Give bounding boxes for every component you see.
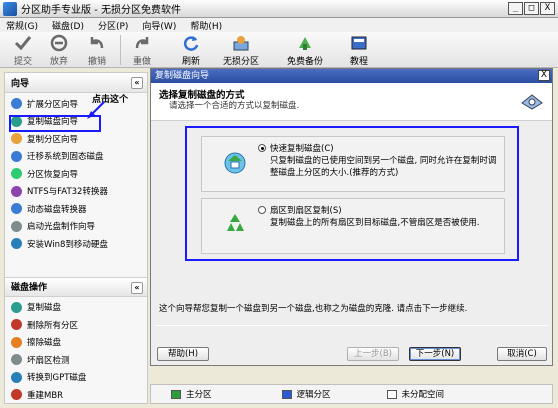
extend-partition-icon bbox=[11, 98, 22, 110]
check-icon bbox=[14, 36, 32, 51]
toolbar-separator bbox=[120, 35, 121, 65]
menu-bar: 常规(G) 磁盘(D) 分区(P) 向导(W) 帮助(H) bbox=[0, 18, 558, 32]
copy-method-frame: 快速复制磁盘(C) 只复制磁盘的已使用空间到另一个磁盘, 同时允许在复制时调整磁… bbox=[185, 126, 519, 261]
toolbar: 提交 放弃 撤销 重做 刷新 无损分区 免费备份 教程 bbox=[0, 32, 558, 68]
delete-icon bbox=[11, 319, 22, 331]
maximize-button[interactable]: □ bbox=[524, 2, 539, 15]
quick-copy-icon bbox=[224, 152, 246, 174]
option-quick-copy[interactable]: 快速复制磁盘(C) 只复制磁盘的已使用空间到另一个磁盘, 同时允许在复制时调整磁… bbox=[201, 136, 505, 192]
back-button[interactable]: 上一步(B) bbox=[347, 347, 399, 361]
sidebar-item-partition-recovery[interactable]: 分区恢复向导 bbox=[11, 165, 147, 183]
sidebar-item-copy-disk[interactable]: 复制磁盘 bbox=[11, 299, 147, 317]
dialog-title: 复制磁盘向导 bbox=[155, 71, 210, 81]
sidebar-item-ntfs-fat32-converter[interactable]: NTFS与FAT32转换器 bbox=[11, 183, 147, 201]
quick-copy-desc: 只复制磁盘的已使用空间到另一个磁盘, 同时允许在复制时调整磁盘上分区的大小.(推… bbox=[270, 156, 497, 178]
title-bar: 分区助手专业版 - 无损分区免费软件 _ □ X bbox=[0, 0, 558, 18]
menu-partition[interactable]: 分区(P) bbox=[98, 19, 128, 32]
window-controls: _ □ X bbox=[508, 2, 555, 15]
gpt-icon bbox=[11, 371, 22, 383]
dialog-close-button[interactable]: X bbox=[538, 70, 550, 81]
lossless-partition-button[interactable]: 无损分区 bbox=[213, 32, 269, 67]
partition-legend: 主分区 逻辑分区 未分配空间 bbox=[150, 384, 553, 404]
eraser-icon bbox=[11, 336, 22, 348]
option-sector-copy[interactable]: 扇区到扇区复制(S) 复制磁盘上的所有扇区到目标磁盘,不管扇区是否被使用. bbox=[201, 198, 505, 254]
disk-ops-section-header: 磁盘操作 « bbox=[5, 276, 147, 297]
minimize-button[interactable]: _ bbox=[508, 2, 523, 15]
disk-copy-header-icon bbox=[521, 94, 543, 110]
sector-copy-desc: 复制磁盘上的所有扇区到目标磁盘,不管扇区是否被使用. bbox=[270, 218, 480, 228]
bad-sector-icon bbox=[11, 354, 22, 366]
refresh-icon bbox=[183, 36, 199, 51]
menu-wizard[interactable]: 向导(W) bbox=[142, 19, 176, 32]
window-title: 分区助手专业版 - 无损分区免费软件 bbox=[21, 5, 181, 16]
help-button[interactable]: 帮助(H) bbox=[157, 347, 209, 361]
copy-disk-wizard-dialog: 复制磁盘向导 X 选择复制磁盘的方式 请选择一个合适的方式以复制磁盘. 快速复制… bbox=[150, 68, 553, 366]
redo-button[interactable]: 重做 bbox=[125, 32, 159, 67]
partition-recovery-icon bbox=[11, 168, 22, 180]
free-backup-button[interactable]: 免费备份 bbox=[275, 32, 335, 67]
close-button[interactable]: X bbox=[540, 2, 555, 15]
sidebar-item-bootable-media[interactable]: 启动光盘制作向导 bbox=[11, 218, 147, 236]
menu-help[interactable]: 帮助(H) bbox=[190, 19, 222, 32]
dialog-subheading: 请选择一个合适的方式以复制磁盘. bbox=[169, 101, 300, 111]
migrate-os-icon bbox=[11, 150, 22, 162]
copy-disk-icon bbox=[11, 301, 22, 313]
menu-disk[interactable]: 磁盘(D) bbox=[52, 19, 84, 32]
logical-swatch bbox=[281, 389, 292, 399]
sidebar-item-dynamic-disk-converter[interactable]: 动态磁盘转换器 bbox=[11, 200, 147, 218]
disk-ops-section-title: 磁盘操作 bbox=[11, 283, 48, 293]
quick-copy-radio[interactable] bbox=[258, 144, 266, 152]
dynamic-disk-icon bbox=[11, 203, 22, 215]
boot-cd-icon bbox=[11, 220, 22, 232]
discard-icon bbox=[50, 34, 68, 52]
quick-copy-title: 快速复制磁盘(C) bbox=[270, 144, 334, 154]
wizard-section-title: 向导 bbox=[11, 79, 30, 89]
legend-primary: 主分区 bbox=[171, 388, 212, 400]
sidebar-item-win8-to-go[interactable]: 安装Win8到移动硬盘 bbox=[11, 235, 147, 253]
sidebar-item-bad-sector-check[interactable]: 坏扇区检测 bbox=[11, 351, 147, 369]
app-icon bbox=[3, 1, 17, 16]
sidebar-item-rebuild-mbr[interactable]: 重建MBR bbox=[11, 386, 147, 404]
legend-logical: 逻辑分区 bbox=[281, 388, 331, 400]
windows-usb-icon bbox=[11, 238, 22, 250]
converter-icon bbox=[11, 185, 22, 197]
sidebar-item-migrate-os-ssd[interactable]: 迁移系统到固态磁盘 bbox=[11, 148, 147, 166]
sidebar-item-delete-all-partitions[interactable]: 删除所有分区 bbox=[11, 316, 147, 334]
tutorial-icon bbox=[351, 36, 367, 50]
copy-partition-icon bbox=[11, 133, 22, 145]
dialog-info-text: 这个向导帮您复制一个磁盘到另一个磁盘,也称之为磁盘的克隆. 请点击下一步继续. bbox=[159, 304, 468, 314]
apply-button[interactable]: 提交 bbox=[6, 32, 40, 67]
cancel-button[interactable]: 取消(C) bbox=[497, 347, 547, 361]
primary-swatch bbox=[171, 389, 181, 399]
undo-icon bbox=[90, 37, 104, 49]
refresh-button[interactable]: 刷新 bbox=[169, 32, 213, 67]
legend-unallocated: 未分配空间 bbox=[386, 388, 444, 400]
tutorial-button[interactable]: 教程 bbox=[339, 32, 379, 67]
discard-button[interactable]: 放弃 bbox=[40, 32, 78, 67]
sector-copy-title: 扇区到扇区复制(S) bbox=[270, 206, 342, 216]
recycle-icon bbox=[227, 214, 244, 231]
collapse-disk-ops-button[interactable]: « bbox=[131, 281, 143, 294]
sidebar-item-copy-partition-wizard[interactable]: 复制分区向导 bbox=[11, 130, 147, 148]
unallocated-swatch bbox=[386, 389, 397, 399]
redo-icon bbox=[135, 37, 149, 49]
sidebar-item-wipe-disk[interactable]: 擦除磁盘 bbox=[11, 334, 147, 352]
dialog-separator bbox=[155, 325, 548, 326]
dialog-title-bar: 复制磁盘向导 X bbox=[151, 69, 552, 83]
annotation-arrow-icon bbox=[87, 101, 105, 119]
mbr-icon bbox=[11, 389, 22, 401]
next-button[interactable]: 下一步(N) bbox=[409, 347, 461, 361]
collapse-wizard-button[interactable]: « bbox=[131, 77, 143, 89]
undo-button[interactable]: 撤销 bbox=[78, 32, 116, 67]
sidebar-item-convert-gpt[interactable]: 转换到GPT磁盘 bbox=[11, 369, 147, 387]
disk-ops-list: 复制磁盘 删除所有分区 擦除磁盘 坏扇区检测 转换到GPT磁盘 重建MBR bbox=[5, 297, 147, 404]
wizard-section-header: 向导 « bbox=[5, 73, 147, 93]
partition-icon bbox=[233, 36, 249, 51]
backup-icon bbox=[299, 37, 311, 50]
dialog-header: 选择复制磁盘的方式 请选择一个合适的方式以复制磁盘. bbox=[151, 83, 552, 121]
sector-copy-radio[interactable] bbox=[258, 206, 266, 214]
menu-general[interactable]: 常规(G) bbox=[6, 19, 38, 32]
